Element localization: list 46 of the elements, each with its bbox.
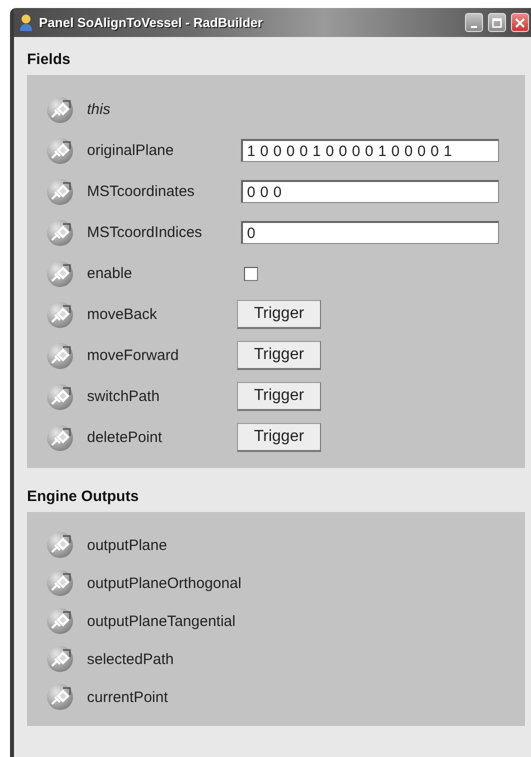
plug-icon	[46, 424, 74, 452]
text-field[interactable]: 1 0 0 0 0 1 0 0 0 0 1 0 0 0 0 1	[241, 139, 499, 162]
plug-icon	[46, 607, 74, 635]
trigger-button[interactable]: Trigger	[237, 300, 321, 329]
field-label: moveBack	[87, 306, 158, 323]
text-field[interactable]: 0 0 0	[241, 180, 499, 203]
field-label: switchPath	[87, 388, 161, 405]
maximize-button[interactable]	[488, 13, 506, 32]
close-icon	[515, 18, 525, 28]
plug-icon	[46, 218, 74, 246]
checkbox[interactable]	[244, 266, 258, 280]
section-heading: Fields	[27, 51, 70, 68]
section-heading: Engine Outputs	[27, 488, 139, 505]
text-field[interactable]: 0	[241, 221, 499, 244]
plug-icon	[46, 96, 74, 124]
maximize-icon	[492, 18, 502, 28]
window-title: Panel SoAlignToVessel - RadBuilder	[39, 15, 264, 30]
plug-icon	[46, 300, 74, 328]
field-label: outputPlaneTangential	[87, 612, 236, 630]
plug-icon	[46, 569, 74, 597]
field-label: MSTcoordinates	[87, 183, 196, 200]
plug-icon	[46, 683, 74, 711]
plug-icon	[46, 645, 74, 673]
minimize-icon	[471, 26, 477, 28]
trigger-button[interactable]: Trigger	[237, 423, 321, 452]
plug-icon	[46, 531, 74, 559]
field-label: this	[87, 101, 112, 118]
plug-icon	[46, 178, 74, 206]
field-label: outputPlaneOrthogonal	[87, 574, 241, 592]
plug-icon	[46, 136, 74, 164]
plug-icon	[46, 382, 74, 410]
plug-icon	[46, 342, 74, 370]
trigger-button[interactable]: Trigger	[237, 341, 321, 370]
close-button[interactable]	[511, 13, 529, 32]
trigger-button[interactable]: Trigger	[237, 382, 321, 411]
field-label: MSTcoordIndices	[87, 224, 204, 241]
field-label: enable	[87, 265, 134, 282]
field-label: currentPoint	[87, 688, 169, 706]
field-label: originalPlane	[87, 142, 175, 159]
minimize-button[interactable]	[465, 13, 483, 32]
field-label: selectedPath	[87, 650, 175, 668]
field-label: deletePoint	[87, 429, 164, 446]
field-label: outputPlane	[87, 536, 168, 554]
app-icon	[18, 14, 34, 32]
field-label: moveForward	[87, 347, 180, 364]
plug-icon	[46, 260, 74, 288]
